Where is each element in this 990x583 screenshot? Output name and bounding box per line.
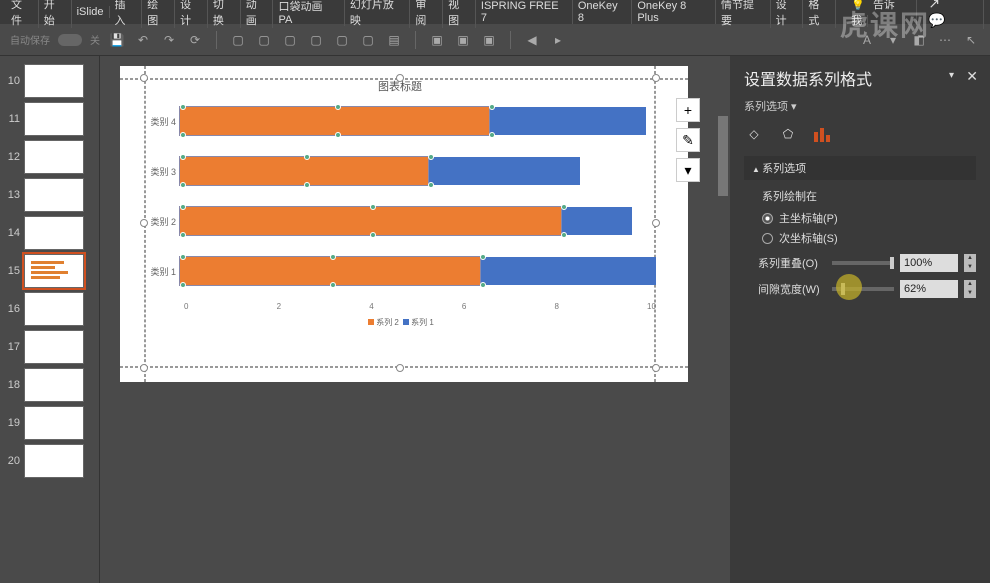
cursor-highlight xyxy=(836,274,862,300)
thumbnail-slide-11[interactable]: 11 xyxy=(0,100,99,138)
menu-view[interactable]: 视图 xyxy=(443,0,476,28)
slide: 图表标题 类别 4类别 3类别 2类别 1 0246810 系列 2 系列 1 … xyxy=(120,66,688,382)
menu-onekey8plus[interactable]: OneKey 8 Plus xyxy=(632,0,716,24)
thumbnail-slide-13[interactable]: 13 xyxy=(0,176,99,214)
menu-islide[interactable]: iSlide xyxy=(72,6,110,18)
tool-icon[interactable]: ▤ xyxy=(385,31,403,49)
menu-onekey8[interactable]: OneKey 8 xyxy=(573,0,632,24)
tool-icon[interactable]: ▢ xyxy=(229,31,247,49)
tool-icon[interactable]: ▸ xyxy=(549,31,567,49)
pane-close-button[interactable]: ✕ xyxy=(966,68,978,85)
tell-me[interactable]: 💡 告诉我 xyxy=(846,0,917,28)
chart-filter-button[interactable]: ▾ xyxy=(676,158,700,182)
chart-plot-area[interactable]: 类别 4 类别 3 类别 2 类别 1 xyxy=(144,102,656,290)
autosave-state: 关 xyxy=(90,32,100,47)
thumbnail-slide-19[interactable]: 19 xyxy=(0,404,99,442)
gap-spinner[interactable]: ▲▼ xyxy=(964,280,976,298)
tool-icon[interactable]: ▢ xyxy=(255,31,273,49)
category-label: 类别 4 xyxy=(144,115,180,128)
menu-slideshow[interactable]: 幻灯片放映 xyxy=(345,0,410,28)
thumbnail-slide-12[interactable]: 12 xyxy=(0,138,99,176)
pane-section-header[interactable]: 系列选项 xyxy=(744,156,976,180)
tool-icon[interactable]: ▣ xyxy=(454,31,472,49)
effects-tab-icon[interactable]: ⬠ xyxy=(778,124,798,144)
series-tab-icon[interactable] xyxy=(812,124,832,144)
tool-icon[interactable]: ▢ xyxy=(281,31,299,49)
autosave-toggle[interactable] xyxy=(58,34,82,46)
category-label: 类别 1 xyxy=(144,265,180,278)
category-label: 类别 3 xyxy=(144,165,180,178)
undo-icon[interactable]: ↶ xyxy=(134,31,152,49)
tool-icon[interactable]: ◀ xyxy=(523,31,541,49)
menu-design[interactable]: 设计 xyxy=(175,0,208,28)
menu-storyboard[interactable]: 情节提要 xyxy=(716,0,771,28)
menu-animations[interactable]: 动画 xyxy=(241,0,274,28)
tool-icon[interactable]: ⋯ xyxy=(936,31,954,49)
pane-dropdown[interactable]: 系列选项 ▾ xyxy=(744,98,976,114)
menu-ispring[interactable]: ISPRING FREE 7 xyxy=(476,0,573,24)
tool-icon[interactable]: ▣ xyxy=(428,31,446,49)
slide-canvas[interactable]: 图表标题 类别 4类别 3类别 2类别 1 0246810 系列 2 系列 1 … xyxy=(100,56,730,583)
primary-axis-label: 主坐标轴(P) xyxy=(779,210,838,226)
menu-transitions[interactable]: 切换 xyxy=(208,0,241,28)
overlap-label: 系列重叠(O) xyxy=(758,255,826,271)
menu-file[interactable]: 文件 xyxy=(6,0,39,28)
save-icon[interactable]: 💾 xyxy=(108,31,126,49)
tool-icon[interactable]: ▾ xyxy=(884,31,902,49)
menu-bar: 文件 开始 iSlide 插入 绘图 设计 切换 动画 口袋动画 PA 幻灯片放… xyxy=(0,0,990,24)
category-label: 类别 2 xyxy=(144,215,180,228)
overlap-slider[interactable] xyxy=(832,261,894,265)
font-icon[interactable]: A xyxy=(858,31,876,49)
chart-legend[interactable]: 系列 2 系列 1 xyxy=(144,317,656,328)
chart-styles-button[interactable]: ✎ xyxy=(676,128,700,152)
chart-add-element-button[interactable]: + xyxy=(676,98,700,122)
gap-value-input[interactable]: 62% xyxy=(900,280,958,298)
repeat-icon[interactable]: ⟳ xyxy=(186,31,204,49)
redo-icon[interactable]: ↷ xyxy=(160,31,178,49)
secondary-axis-label: 次坐标轴(S) xyxy=(779,230,838,246)
tool-icon[interactable]: ▣ xyxy=(480,31,498,49)
tool-icon[interactable]: ▢ xyxy=(307,31,325,49)
autosave-label: 自动保存 xyxy=(10,32,50,47)
menu-pocket-anim[interactable]: 口袋动画 PA xyxy=(273,0,344,26)
thumbnail-slide-20[interactable]: 20 xyxy=(0,442,99,480)
thumbnail-slide-18[interactable]: 18 xyxy=(0,366,99,404)
slide-thumbnails-panel[interactable]: 1011121314151617181920 xyxy=(0,56,100,583)
tool-icon[interactable]: ◧ xyxy=(910,31,928,49)
thumbnail-slide-15[interactable]: 15 xyxy=(0,252,99,290)
cursor-icon[interactable]: ↖ xyxy=(962,31,980,49)
pane-options-button[interactable]: ▾ xyxy=(949,70,954,81)
primary-axis-radio[interactable] xyxy=(762,213,773,224)
pane-title: 设置数据系列格式 xyxy=(744,66,976,90)
menu-home[interactable]: 开始 xyxy=(39,0,72,28)
chart-object[interactable]: 图表标题 类别 4类别 3类别 2类别 1 0246810 系列 2 系列 1 … xyxy=(144,78,656,368)
thumbnail-slide-16[interactable]: 16 xyxy=(0,290,99,328)
menu-insert[interactable]: 插入 xyxy=(110,0,143,28)
tool-icon[interactable]: ▢ xyxy=(333,31,351,49)
menu-review[interactable]: 审阅 xyxy=(410,0,443,28)
overlap-spinner[interactable]: ▲▼ xyxy=(964,254,976,272)
thumbnail-slide-14[interactable]: 14 xyxy=(0,214,99,252)
quick-access-toolbar: 自动保存 关 💾 ↶ ↷ ⟳ ▢ ▢ ▢ ▢ ▢ ▢ ▤ ▣ ▣ ▣ ◀ ▸ A… xyxy=(0,24,990,56)
canvas-scrollbar[interactable] xyxy=(716,56,730,583)
menu-design2[interactable]: 设计 xyxy=(771,0,804,28)
plotted-on-label: 系列绘制在 xyxy=(762,188,976,204)
thumbnail-slide-10[interactable]: 10 xyxy=(0,62,99,100)
share-icon[interactable]: ↗ xyxy=(922,0,946,11)
chart-x-axis: 0246810 xyxy=(184,302,656,311)
gap-label: 间隙宽度(W) xyxy=(758,281,826,297)
menu-draw[interactable]: 绘图 xyxy=(142,0,175,28)
comments-icon[interactable]: 💬 xyxy=(922,12,951,28)
thumbnail-slide-17[interactable]: 17 xyxy=(0,328,99,366)
secondary-axis-radio[interactable] xyxy=(762,233,773,244)
overlap-value-input[interactable]: 100% xyxy=(900,254,958,272)
menu-format[interactable]: 格式 xyxy=(803,0,836,28)
tool-icon[interactable]: ▢ xyxy=(359,31,377,49)
format-pane: 设置数据系列格式 ▾ ✕ 系列选项 ▾ ◇ ⬠ 系列选项 系列绘制在 主坐标轴(… xyxy=(730,56,990,583)
fill-tab-icon[interactable]: ◇ xyxy=(744,124,764,144)
